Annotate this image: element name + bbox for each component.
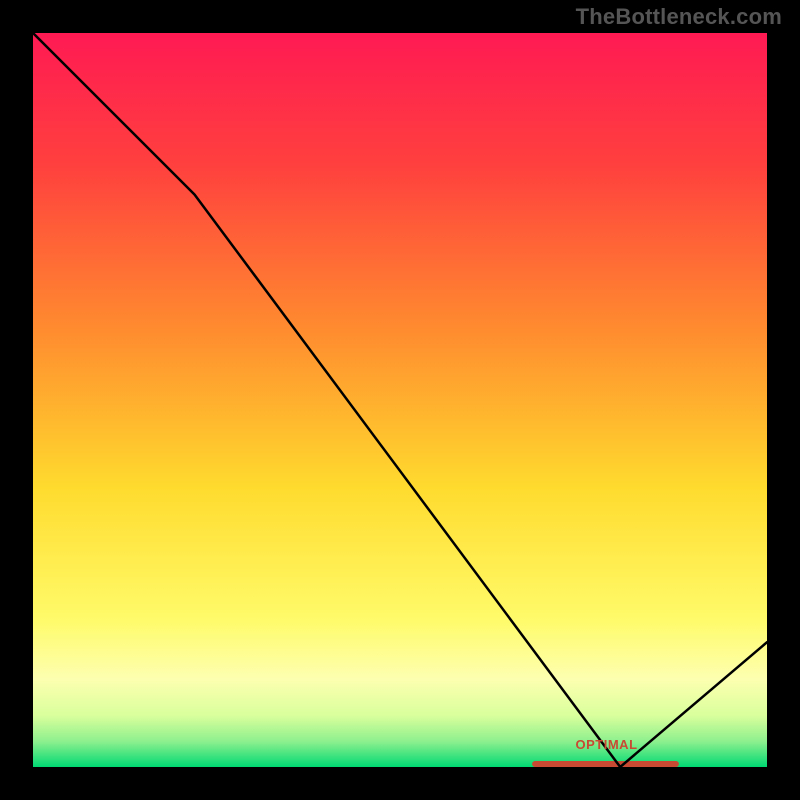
plot-area: OPTIMAL (33, 33, 767, 767)
chart-frame: TheBottleneck.com OPTIMAL (0, 0, 800, 800)
watermark-text: TheBottleneck.com (576, 4, 782, 30)
optimal-range-bar (532, 761, 679, 767)
plot-svg (33, 33, 767, 767)
optimal-label: OPTIMAL (576, 737, 638, 752)
